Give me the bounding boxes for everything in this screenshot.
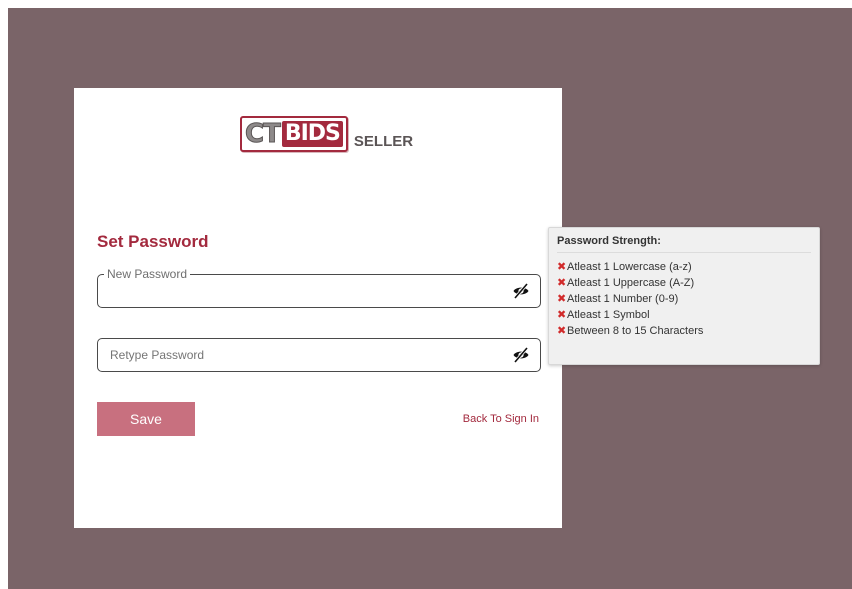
retype-password-field[interactable]: Retype Password: [97, 338, 541, 372]
strength-rule-text: Atleast 1 Uppercase (A-Z): [567, 277, 695, 289]
eye-slash-icon[interactable]: [512, 282, 530, 300]
strength-rule-text: Atleast 1 Lowercase (a-z): [567, 261, 692, 273]
strength-rule-text: Atleast 1 Number (0-9): [567, 293, 679, 305]
logo-mark: CT BIDS: [240, 116, 348, 152]
strength-rule: ✖ Atleast 1 Symbol: [557, 307, 811, 323]
strength-rule: ✖ Atleast 1 Lowercase (a-z): [557, 259, 811, 275]
save-button[interactable]: Save: [97, 402, 195, 436]
password-strength-tooltip: Password Strength: ✖ Atleast 1 Lowercase…: [548, 227, 820, 365]
logo-bids-text: BIDS: [281, 121, 343, 147]
x-mark-icon: ✖: [557, 293, 567, 305]
logo-ct-text: CT: [245, 119, 282, 149]
strength-rule: ✖ Atleast 1 Uppercase (A-Z): [557, 275, 811, 291]
logo-seller-text: SELLER: [353, 133, 414, 150]
x-mark-icon: ✖: [557, 261, 567, 273]
page-title: Set Password: [97, 232, 209, 251]
x-mark-icon: ✖: [557, 277, 567, 289]
strength-rule-text: Atleast 1 Symbol: [567, 309, 650, 321]
strength-rule-text: Between 8 to 15 Characters: [567, 325, 704, 337]
strength-rule: ✖ Between 8 to 15 Characters: [557, 323, 811, 339]
retype-password-placeholder: Retype Password: [110, 348, 205, 362]
new-password-label: New Password: [104, 266, 191, 282]
eye-slash-icon[interactable]: [512, 346, 530, 364]
strength-rule: ✖ Atleast 1 Number (0-9): [557, 291, 811, 307]
ctbids-seller-logo: CT BIDS SELLER: [240, 114, 413, 152]
set-password-card: CT BIDS SELLER Set Password New Password…: [74, 88, 562, 528]
new-password-field[interactable]: New Password: [97, 266, 541, 308]
x-mark-icon: ✖: [557, 309, 567, 321]
x-mark-icon: ✖: [557, 325, 567, 337]
password-strength-title: Password Strength:: [557, 235, 811, 253]
back-to-sign-in-link[interactable]: Back To Sign In: [463, 413, 539, 425]
